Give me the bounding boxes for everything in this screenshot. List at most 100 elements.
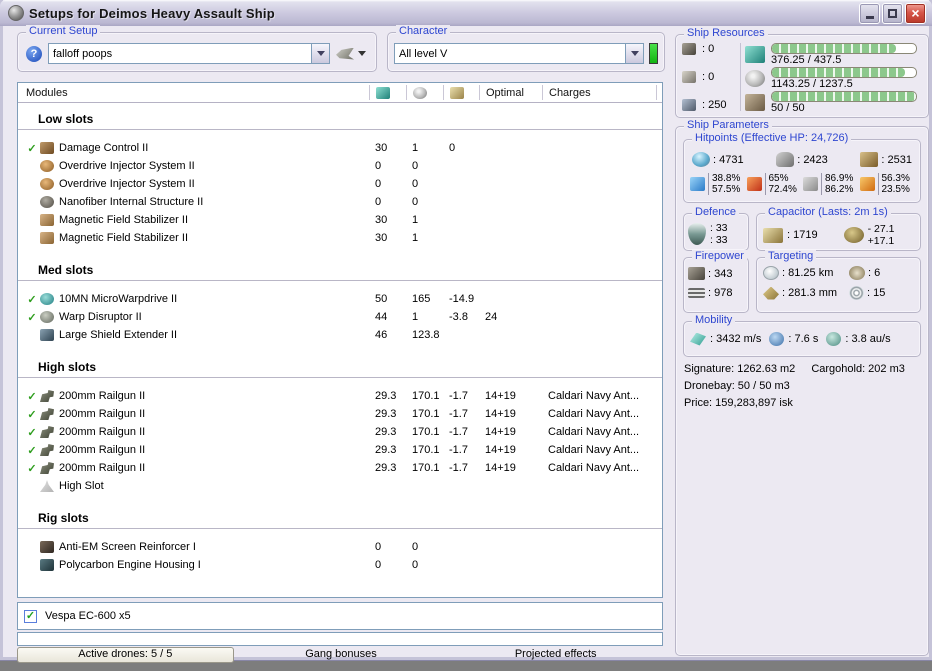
module-name: Overdrive Injector System II xyxy=(59,160,195,172)
minimize-button[interactable] xyxy=(859,2,880,24)
module-name: High Slot xyxy=(59,480,104,492)
powergrid-icon xyxy=(413,86,427,99)
optimal-column-header[interactable]: Optimal xyxy=(479,85,542,100)
align-time-value: : 7.6 s xyxy=(788,333,819,345)
resource-bar-fill xyxy=(772,68,906,77)
scan-res-value: : 281.3 mm xyxy=(782,287,838,299)
powergrid-value: 1 xyxy=(412,142,419,154)
title-bar[interactable]: Setups for Deimos Heavy Assault Ship × xyxy=(0,0,932,26)
empty-slot-icon xyxy=(40,480,54,492)
ship-resources-label: Ship Resources xyxy=(684,27,768,40)
structure-hp-value: : 2531 xyxy=(881,153,912,166)
close-button[interactable]: × xyxy=(905,2,926,24)
character-select[interactable]: All level V xyxy=(394,43,644,64)
mobility-group: Mobility : 3432 m/s : 7.6 s : 3.8 au/s xyxy=(683,314,921,357)
capacitor-column-header[interactable] xyxy=(443,85,479,100)
module-row[interactable]: Magnetic Field Stabilizer II 30 1 xyxy=(18,229,662,247)
module-row[interactable]: Polycarbon Engine Housing I 0 0 xyxy=(18,556,662,574)
optimal-value: 14+19 xyxy=(485,462,516,474)
resource-bar-row: 376.25 / 437.5 xyxy=(745,43,924,66)
cpu-value: 0 xyxy=(375,541,382,553)
module-name: 200mm Railgun II xyxy=(59,408,146,420)
dps-value: : 343 xyxy=(708,267,733,280)
hitpoints-group: Hitpoints (Effective HP: 24,726) : 4731 … xyxy=(683,132,921,203)
optimal-value: 14+19 xyxy=(485,390,516,402)
tab-projected-effects[interactable]: Projected effects xyxy=(448,647,663,663)
cpu-icon xyxy=(376,86,390,99)
cpu-icon xyxy=(745,46,765,63)
turret-hardpoint-icon xyxy=(682,43,696,55)
modules-header[interactable]: Modules Optimal Charges xyxy=(18,83,662,103)
optimal-value: 14+19 xyxy=(485,426,516,438)
module-name: Damage Control II xyxy=(59,142,149,154)
window-title: Setups for Deimos Heavy Assault Ship xyxy=(29,5,275,21)
powergrid-value: 0 xyxy=(412,559,419,571)
nanofiber-icon xyxy=(40,196,54,208)
tab-gang-bonuses[interactable]: Gang bonuses xyxy=(234,647,449,663)
ship-menu-button[interactable] xyxy=(336,47,366,60)
ship-resources-group: Ship Resources : 0: 0: 250 376.25 / 437.… xyxy=(675,27,929,118)
module-row[interactable]: Large Shield Extender II 46 123.8 xyxy=(18,326,662,344)
targeting-label: Targeting xyxy=(765,250,817,263)
setup-select[interactable]: falloff poops xyxy=(48,43,330,64)
help-icon[interactable]: ? xyxy=(26,45,42,62)
module-row[interactable]: Overdrive Injector System II 0 0 xyxy=(18,175,662,193)
powergrid-value: 123.8 xyxy=(412,329,440,341)
tab-active-drones-5-5[interactable]: Active drones: 5 / 5 xyxy=(17,647,234,663)
powergrid-value: 1 xyxy=(412,311,419,323)
damage-control-icon xyxy=(40,142,54,154)
charge-value: Caldari Navy Ant... xyxy=(548,426,640,438)
cpu-column-header[interactable] xyxy=(369,85,406,100)
drone-checkbox[interactable]: ✓ xyxy=(24,609,37,623)
resource-bar-block: 376.25 / 437.5 xyxy=(771,43,917,66)
module-row[interactable]: ✓ 200mm Railgun II 29.3 170.1 -1.7 14+19 Calda… xyxy=(18,405,662,423)
module-row[interactable]: ✓ Damage Control II 30 1 0 xyxy=(18,139,662,157)
defence-bottom-value: : 33 xyxy=(710,234,728,246)
help-glyph: ? xyxy=(30,47,38,60)
module-row[interactable]: Magnetic Field Stabilizer II 30 1 xyxy=(18,211,662,229)
close-icon: × xyxy=(911,5,920,21)
resist-values: 38.8% 57.5% xyxy=(708,173,740,195)
setup-select-arrow-icon[interactable] xyxy=(311,44,329,63)
module-row[interactable]: ✓ Warp Disruptor II 44 1 -3.8 24 xyxy=(18,308,662,326)
calibration-icon xyxy=(682,99,696,111)
maximize-button[interactable] xyxy=(882,2,903,24)
module-row[interactable]: High Slot xyxy=(18,477,662,495)
launcher-hardpoint-icon xyxy=(682,71,696,83)
charges-column-header[interactable]: Charges xyxy=(542,85,656,100)
module-row[interactable]: ✓ 200mm Railgun II 29.3 170.1 -1.7 14+19 Calda… xyxy=(18,387,662,405)
fitted-check-icon: ✓ xyxy=(27,408,37,421)
cpu-value: 29.3 xyxy=(375,426,397,438)
slot-section-header: Med slots xyxy=(18,260,662,281)
powergrid-column-header[interactable] xyxy=(406,85,443,100)
ship-parameters-group: Ship Parameters Hitpoints (Effective HP:… xyxy=(675,119,929,656)
module-row[interactable]: ✓ 10MN MicroWarpdrive II 50 165 -14.9 xyxy=(18,290,662,308)
capacitor-value: -3.8 xyxy=(449,311,468,323)
module-row[interactable]: Nanofiber Internal Structure II 0 0 xyxy=(18,193,662,211)
module-name: Warp Disruptor II xyxy=(59,311,142,323)
mwd-icon xyxy=(40,293,54,305)
resist-values: 56.3% 23.5% xyxy=(877,173,910,195)
powergrid-value: 170.1 xyxy=(412,444,440,456)
character-select-arrow-icon[interactable] xyxy=(625,44,643,63)
resource-bar xyxy=(771,91,917,102)
module-name: Anti-EM Screen Reinforcer I xyxy=(59,541,196,553)
module-row[interactable]: ✓ 200mm Railgun II 29.3 170.1 -1.7 14+19 Calda… xyxy=(18,459,662,477)
cpu-value: 29.3 xyxy=(375,444,397,456)
cap-delta-icon xyxy=(843,227,864,243)
character-status-indicator xyxy=(649,43,658,64)
cpu-value: 29.3 xyxy=(375,408,397,420)
module-row[interactable]: ✓ 200mm Railgun II 29.3 170.1 -1.7 14+19 Calda… xyxy=(18,423,662,441)
module-row[interactable]: Overdrive Injector System II 0 0 xyxy=(18,157,662,175)
shield-extender-icon xyxy=(40,329,54,341)
module-row[interactable]: ✓ 200mm Railgun II 29.3 170.1 -1.7 14+19 Calda… xyxy=(18,441,662,459)
cap-delta-top: - 27.1 xyxy=(867,223,895,235)
character-label: Character xyxy=(396,25,451,38)
sensor-strength-icon xyxy=(849,286,864,300)
module-row[interactable]: Anti-EM Screen Reinforcer I 0 0 xyxy=(18,538,662,556)
module-name: 200mm Railgun II xyxy=(59,444,146,456)
character-select-value: All level V xyxy=(399,47,448,60)
disruptor-icon xyxy=(40,311,54,323)
fitted-check-icon: ✓ xyxy=(27,142,37,155)
